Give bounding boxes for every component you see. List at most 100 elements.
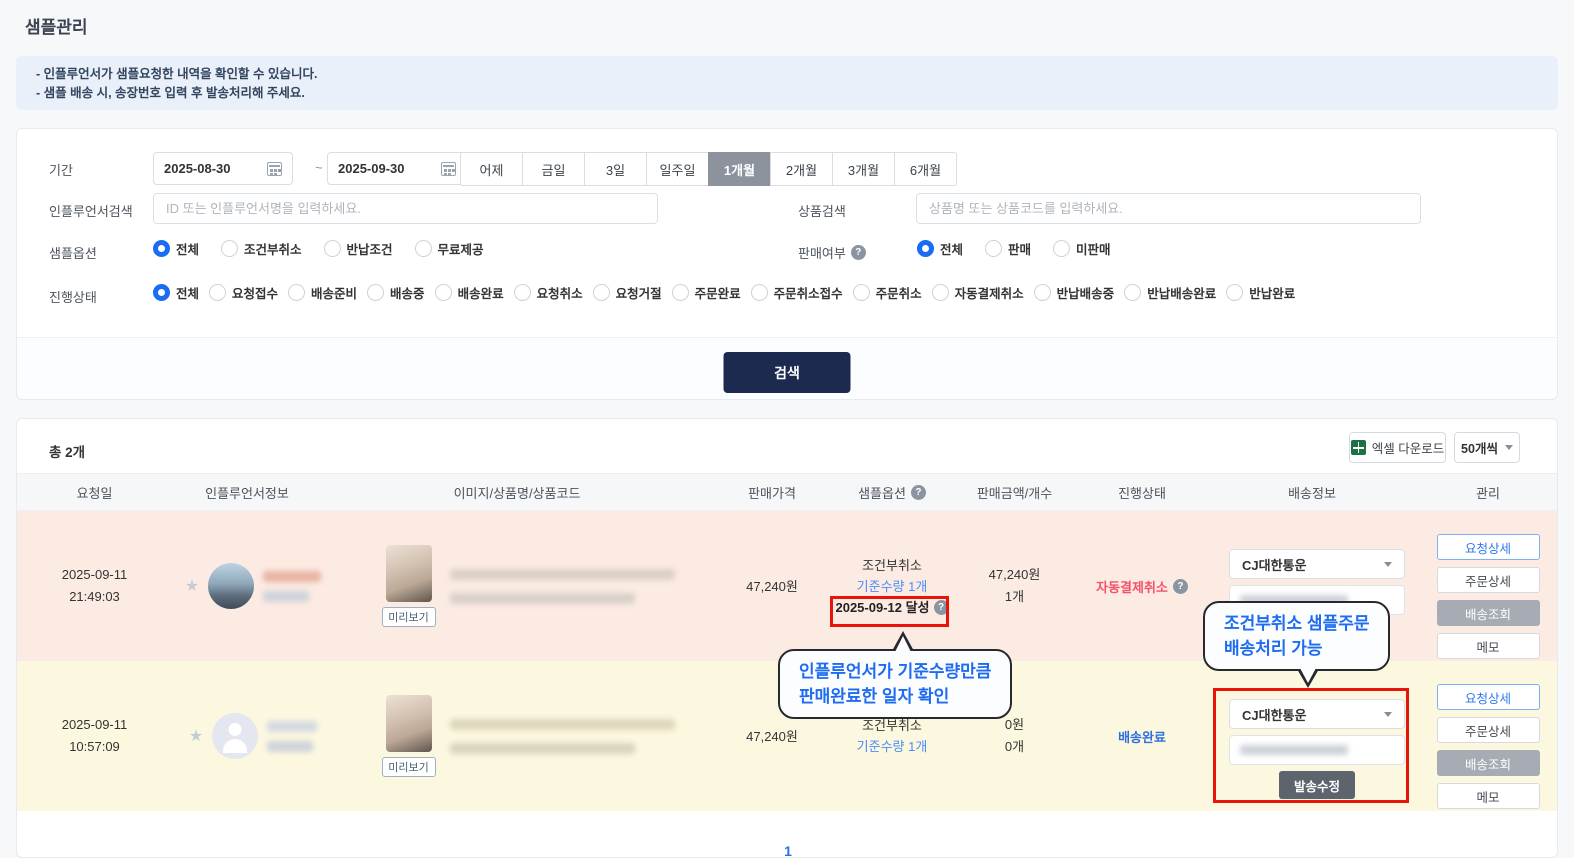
progress-status: 자동결제취소 ? xyxy=(1077,511,1207,661)
redacted-influencer-text xyxy=(263,571,321,602)
radio-option[interactable]: 반납완료 xyxy=(1226,283,1295,302)
manage-button[interactable]: 주문상세 xyxy=(1437,717,1540,743)
col-progress: 진행상태 xyxy=(1077,474,1207,510)
radio-option[interactable]: 요청접수 xyxy=(209,283,278,302)
period-quick-button[interactable]: 1개월 xyxy=(708,152,771,186)
help-icon[interactable]: ? xyxy=(851,245,866,260)
progress-radios: 전체 요청접수 배송준비 배송중 배송완료 요청취소 요청거절 주문완료 주문취소접수 주문취소 자… xyxy=(153,283,1295,302)
excel-download-button[interactable]: 엑셀 다운로드 xyxy=(1349,432,1446,463)
radio-icon xyxy=(209,284,226,301)
radio-option[interactable]: 배송준비 xyxy=(288,283,357,302)
radio-option[interactable]: 요청거절 xyxy=(593,283,662,302)
manage-button[interactable]: 요청상세 xyxy=(1437,534,1540,560)
avatar xyxy=(212,713,258,759)
radio-icon xyxy=(1053,240,1070,257)
chevron-down-icon xyxy=(1384,562,1392,567)
page-number[interactable]: 1 xyxy=(784,843,792,858)
period-quick-button[interactable]: 어제 xyxy=(460,152,523,186)
radio-icon xyxy=(324,240,341,257)
date-range-separator: ~ xyxy=(315,160,323,175)
product-search-label: 상품검색 xyxy=(798,201,846,220)
request-date: 2025-09-11 21:49:03 xyxy=(17,511,172,661)
help-icon[interactable]: ? xyxy=(1173,579,1188,594)
radio-option[interactable]: 반납배송중 xyxy=(1034,283,1115,302)
product-image xyxy=(386,695,432,752)
date-to-input[interactable]: 2025-09-30 xyxy=(327,152,467,185)
radio-icon xyxy=(221,240,238,257)
sample-option-type: 조건부취소 xyxy=(832,555,952,576)
col-amount: 판매금액/개수 xyxy=(952,474,1077,510)
filter-panel: 기간 2025-08-30 ~ 2025-09-30 어제금일3일일주일1개월2… xyxy=(16,128,1558,400)
help-icon[interactable]: ? xyxy=(911,485,926,500)
preview-button[interactable]: 미리보기 xyxy=(382,757,436,777)
total-count: 총 2개 xyxy=(49,441,85,461)
radio-option[interactable]: 주문취소접수 xyxy=(751,283,843,302)
radio-option[interactable]: 요청취소 xyxy=(514,283,583,302)
radio-icon xyxy=(1124,284,1141,301)
page-size-select[interactable]: 50개씩 xyxy=(1454,432,1520,463)
radio-option[interactable]: 전체 xyxy=(917,239,963,258)
base-qty-link[interactable]: 기준수량 1개 xyxy=(832,576,952,597)
radio-icon xyxy=(593,284,610,301)
radio-icon xyxy=(1034,284,1051,301)
pagination: 1 xyxy=(17,843,1558,858)
radio-icon xyxy=(288,284,305,301)
radio-option[interactable]: 반납조건 xyxy=(324,239,393,258)
radio-option[interactable]: 전체 xyxy=(153,283,199,302)
radio-option[interactable]: 배송중 xyxy=(367,283,425,302)
influencer-info: ★ xyxy=(172,511,322,661)
radio-icon xyxy=(672,284,689,301)
period-quick-button[interactable]: 금일 xyxy=(522,152,585,186)
period-quick-button[interactable]: 일주일 xyxy=(646,152,709,186)
radio-option[interactable]: 조건부취소 xyxy=(221,239,302,258)
manage-buttons: 요청상세주문상세배송조회메모 xyxy=(1417,511,1558,661)
favorite-star-icon[interactable]: ★ xyxy=(185,576,199,596)
period-quick-button[interactable]: 3개월 xyxy=(832,152,895,186)
notice-line: - 샘플 배송 시, 송장번호 입력 후 발송처리해 주세요. xyxy=(36,84,1538,103)
radio-option[interactable]: 자동결제취소 xyxy=(932,283,1024,302)
radio-option[interactable]: 주문완료 xyxy=(672,283,741,302)
redacted-product-text xyxy=(450,569,675,604)
manage-button[interactable]: 요청상세 xyxy=(1437,684,1540,710)
radio-icon xyxy=(367,284,384,301)
courier-select[interactable]: CJ대한통운 xyxy=(1229,549,1405,579)
product-info: 미리보기 xyxy=(322,511,712,661)
manage-button[interactable]: 메모 xyxy=(1437,783,1540,809)
influencer-info: ★ xyxy=(172,661,322,811)
redacted-influencer-text xyxy=(267,721,317,752)
radio-option[interactable]: 반납배송완료 xyxy=(1124,283,1216,302)
calendar-icon[interactable] xyxy=(267,162,282,176)
radio-option[interactable]: 판매 xyxy=(985,239,1031,258)
col-shipping: 배송정보 xyxy=(1207,474,1417,510)
avatar xyxy=(208,563,254,609)
radio-option[interactable]: 무료제공 xyxy=(415,239,484,258)
favorite-star-icon[interactable]: ★ xyxy=(189,726,203,746)
manage-button[interactable]: 메모 xyxy=(1437,633,1540,659)
date-from-input[interactable]: 2025-08-30 xyxy=(153,152,293,185)
search-button[interactable]: 검색 xyxy=(724,352,851,393)
manage-button[interactable]: 배송조회 xyxy=(1437,600,1540,626)
manage-button[interactable]: 배송조회 xyxy=(1437,750,1540,776)
radio-option[interactable]: 주문취소 xyxy=(853,283,922,302)
radio-option[interactable]: 배송완료 xyxy=(435,283,504,302)
radio-option[interactable]: 미판매 xyxy=(1053,239,1111,258)
influencer-search-input[interactable] xyxy=(153,193,658,224)
radio-icon xyxy=(853,284,870,301)
period-quick-button[interactable]: 2개월 xyxy=(770,152,833,186)
redacted-product-code xyxy=(450,593,635,604)
annotation-bubble-sale-date: 인플루언서가 기준수량만큼 판매완료한 일자 확인 xyxy=(778,649,1012,719)
redacted-id xyxy=(263,591,309,602)
radio-option[interactable]: 전체 xyxy=(153,239,199,258)
preview-button[interactable]: 미리보기 xyxy=(382,607,436,627)
period-label: 기간 xyxy=(49,160,73,179)
calendar-icon[interactable] xyxy=(441,162,456,176)
search-area: 검색 xyxy=(17,337,1557,399)
sale-price: 47,240원 xyxy=(712,511,832,661)
period-quick-button[interactable]: 6개월 xyxy=(894,152,957,186)
highlight-box-shipping xyxy=(1213,688,1409,803)
base-qty-link[interactable]: 기준수량 1개 xyxy=(832,736,952,757)
period-quick-button[interactable]: 3일 xyxy=(584,152,647,186)
product-thumb-wrap: 미리보기 xyxy=(382,695,436,777)
manage-button[interactable]: 주문상세 xyxy=(1437,567,1540,593)
product-search-input[interactable] xyxy=(916,193,1421,224)
